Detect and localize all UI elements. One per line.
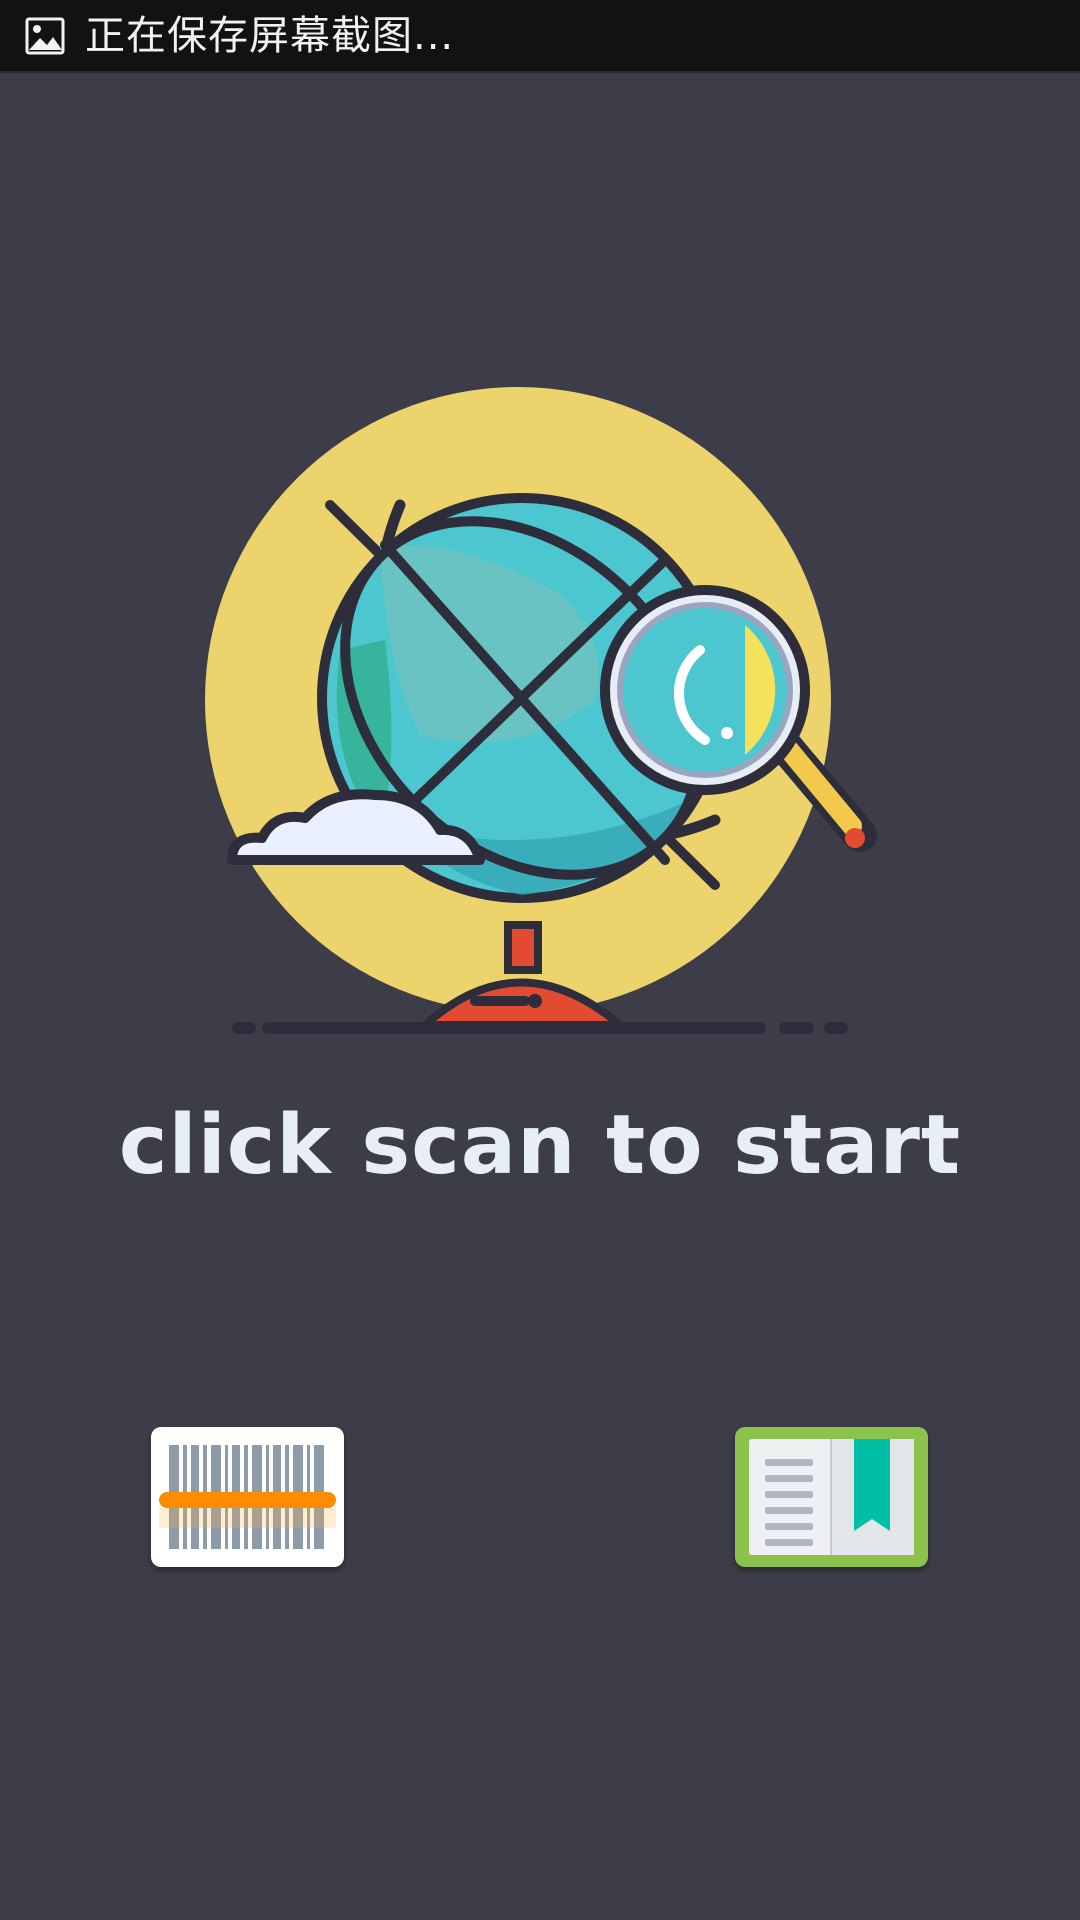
status-bar: 正在保存屏幕截图... [0,0,1080,73]
image-icon [25,17,65,54]
book-icon [749,1439,914,1555]
barcode-scan-icon [159,1445,336,1549]
start-prompt-text: click scan to start [118,1098,962,1193]
scan-button[interactable] [151,1427,344,1567]
globe-magnifier-illustration [205,387,877,1034]
library-button[interactable] [735,1427,928,1567]
notification-message: 正在保存屏幕截图... [85,12,455,59]
